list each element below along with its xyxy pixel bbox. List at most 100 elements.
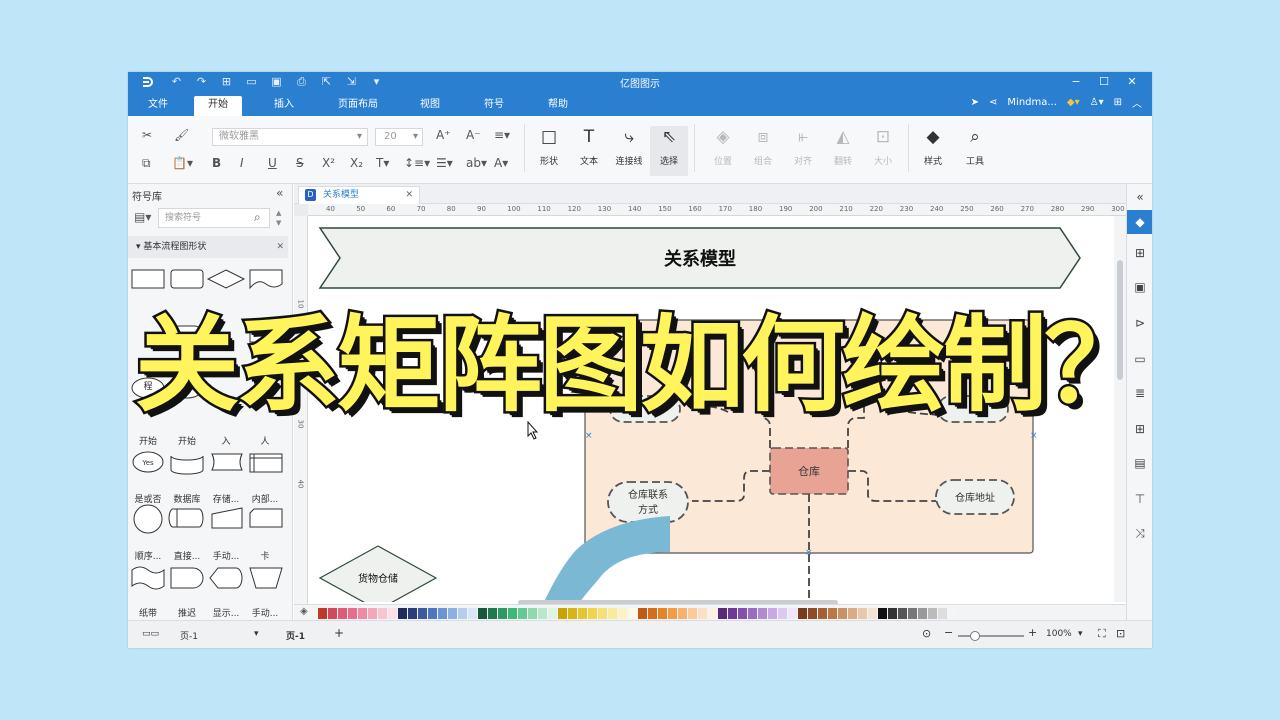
manual-loop-shape[interactable] [249, 567, 283, 589]
category-header[interactable]: ▾ 基本流程图形状 ✕ [128, 236, 288, 258]
color-swatch[interactable] [828, 608, 837, 619]
color-swatch[interactable] [788, 608, 797, 619]
color-swatch[interactable] [478, 608, 487, 619]
color-swatch[interactable] [458, 608, 467, 619]
zoom-slider-knob[interactable] [970, 631, 980, 641]
color-swatch[interactable] [888, 608, 897, 619]
color-swatch[interactable] [448, 608, 457, 619]
color-swatch[interactable] [668, 608, 677, 619]
add-page-button[interactable]: + [334, 626, 344, 640]
zoom-in-icon[interactable]: + [1028, 626, 1037, 639]
zoom-level[interactable]: 100% [1046, 629, 1072, 639]
flip-button[interactable]: ◭ 翻转 [824, 126, 862, 167]
select-tool-button[interactable]: ⇖ 选择 [650, 126, 688, 176]
data-icon[interactable]: ▤ [1127, 456, 1152, 470]
fullscreen-icon[interactable]: ⛶ [1098, 627, 1106, 641]
collapse-ribbon-icon[interactable]: ︿ [1132, 95, 1142, 110]
color-swatch[interactable] [418, 608, 427, 619]
tab-file[interactable]: 文件 [134, 96, 182, 116]
close-tab-icon[interactable]: ✕ [405, 187, 413, 203]
italic-icon[interactable]: I [240, 156, 244, 170]
color-swatch[interactable] [468, 608, 477, 619]
font-color-icon[interactable]: A▾ [494, 156, 508, 170]
tab-page-layout[interactable]: 页面布局 [324, 96, 392, 116]
manual-operation-shape[interactable] [211, 507, 243, 529]
position-button[interactable]: ◈ 位置 [704, 126, 742, 167]
search-icon[interactable]: ⌕ [254, 210, 261, 225]
text-color-icon[interactable]: ab▾ [466, 156, 487, 170]
decision-shape[interactable] [206, 269, 246, 289]
color-swatch[interactable] [608, 608, 617, 619]
color-swatch[interactable] [778, 608, 787, 619]
bold-icon[interactable]: B [212, 156, 221, 170]
color-swatch[interactable] [548, 608, 557, 619]
page-layout-icon[interactable]: ▭▭ [142, 629, 159, 639]
color-swatch[interactable] [558, 608, 567, 619]
text-case-icon[interactable]: T▾ [376, 156, 389, 170]
zoom-slider-track[interactable] [958, 635, 1024, 637]
user-name[interactable]: Mindma... [1007, 97, 1057, 108]
color-swatch[interactable] [848, 608, 857, 619]
color-swatch[interactable] [408, 608, 417, 619]
delay-shape[interactable] [170, 567, 204, 589]
minimize-icon[interactable]: − [1062, 73, 1090, 91]
process-shape[interactable] [131, 269, 165, 289]
color-swatch[interactable] [498, 608, 507, 619]
color-swatch[interactable] [908, 608, 917, 619]
size-button[interactable]: ⊡ 大小 [864, 126, 902, 167]
color-swatch[interactable] [388, 608, 397, 619]
document-tab[interactable]: D 关系模型 ✕ [298, 186, 420, 204]
color-swatch[interactable] [328, 608, 337, 619]
selection-handle-right[interactable]: × [1030, 431, 1038, 441]
color-swatch[interactable] [728, 608, 737, 619]
page-tab[interactable]: 页-1 [286, 629, 305, 642]
library-icon[interactable]: ▤▾ [134, 210, 151, 224]
color-swatch[interactable] [508, 608, 517, 619]
shirt-icon[interactable]: ♙▾ [1090, 97, 1104, 108]
color-swatch[interactable] [628, 608, 637, 619]
punched-tape-shape[interactable] [131, 566, 165, 590]
color-swatch[interactable] [488, 608, 497, 619]
color-swatch[interactable] [438, 608, 447, 619]
color-swatch[interactable] [838, 608, 847, 619]
page-selector-arrow-icon[interactable]: ▾ [254, 629, 259, 639]
bullets-icon[interactable]: ☰▾ [436, 156, 453, 170]
share-link-icon[interactable]: ⋖ [989, 97, 997, 108]
color-swatch[interactable] [678, 608, 687, 619]
maximize-icon[interactable]: ☐ [1090, 73, 1118, 91]
image-icon[interactable]: ▣ [1127, 280, 1152, 294]
zoom-out-icon[interactable]: − [944, 626, 953, 639]
color-swatch[interactable] [428, 608, 437, 619]
alt-process-shape[interactable] [170, 269, 204, 289]
color-swatch[interactable] [808, 608, 817, 619]
format-icon[interactable]: ⊤ [1127, 492, 1152, 506]
close-category-icon[interactable]: ✕ [276, 236, 284, 258]
zoom-dropdown-icon[interactable]: ▾ [1078, 629, 1083, 639]
color-swatch[interactable] [928, 608, 937, 619]
sequential-access-shape[interactable] [133, 504, 163, 534]
shuffle-icon[interactable]: ⤨ [1127, 526, 1152, 541]
play-icon[interactable]: ⊙ [922, 627, 931, 640]
paste-icon[interactable]: 📋▾ [172, 156, 193, 170]
tab-symbol[interactable]: 符号 [470, 96, 518, 116]
align-icon[interactable]: ≡▾ [494, 128, 510, 142]
card-shape[interactable] [249, 508, 283, 528]
strikethrough-icon[interactable]: S [296, 156, 304, 170]
color-swatch[interactable] [398, 608, 407, 619]
shape-tool-button[interactable]: □ 形状 [530, 126, 568, 167]
expand-panel-icon[interactable]: « [1127, 190, 1152, 204]
font-family-select[interactable]: 微软雅黑 ▾ [212, 128, 368, 146]
color-swatch[interactable] [338, 608, 347, 619]
database-shape[interactable] [170, 455, 204, 475]
color-swatch[interactable] [618, 608, 627, 619]
color-swatch[interactable] [368, 608, 377, 619]
color-swatch[interactable] [798, 608, 807, 619]
color-swatch[interactable] [378, 608, 387, 619]
fill-bucket-icon[interactable]: ◈ [300, 606, 308, 617]
align-button[interactable]: ⫦ 对齐 [784, 126, 822, 167]
copy-icon[interactable]: ⧉ [142, 156, 151, 171]
document-shape[interactable] [249, 269, 283, 290]
color-swatch[interactable] [658, 608, 667, 619]
color-swatch[interactable] [748, 608, 757, 619]
color-swatch[interactable] [738, 608, 747, 619]
